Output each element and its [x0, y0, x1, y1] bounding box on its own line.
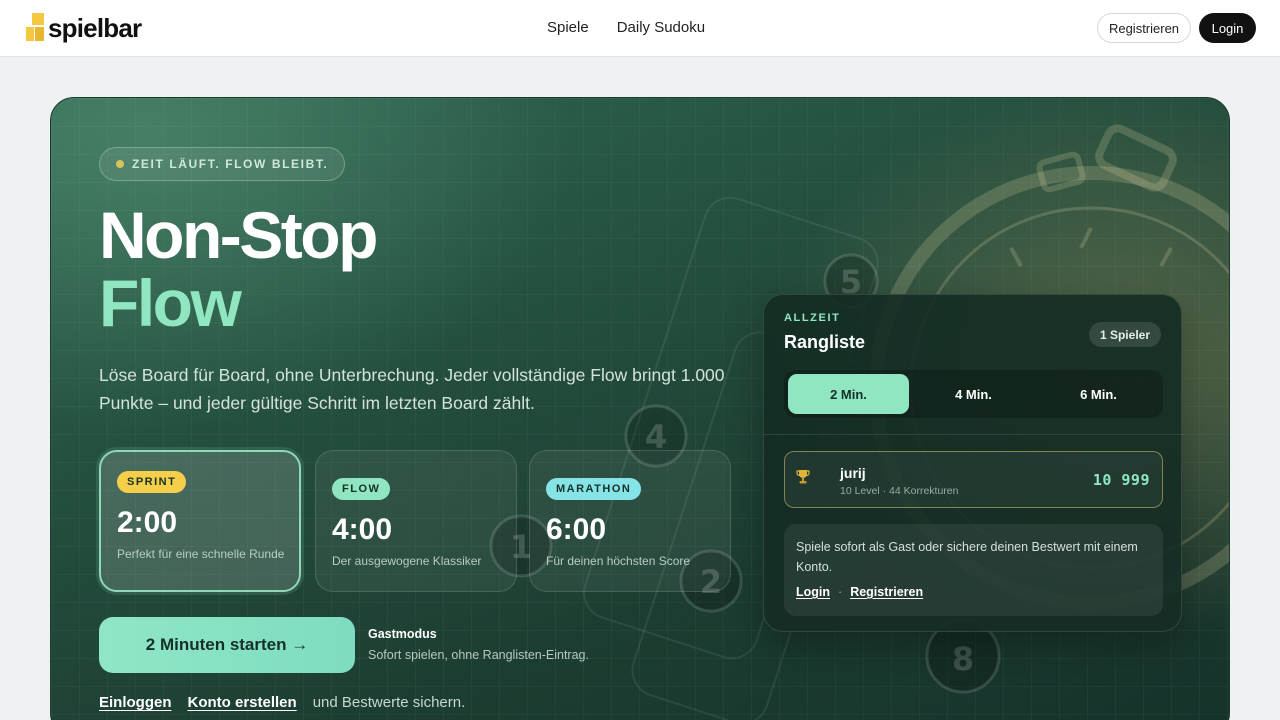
- mode-card-sprint[interactable]: SPRINT 2:00 Perfekt für eine schnelle Ru…: [99, 450, 301, 592]
- hero-title-line2: Flow: [99, 266, 242, 340]
- tagline-text: ZEIT LÄUFT. FLOW BLEIBT.: [132, 157, 329, 171]
- mode-badge-flow: FLOW: [332, 478, 391, 500]
- nav-item-daily-sudoku[interactable]: Daily Sudoku: [617, 19, 705, 36]
- mode-card-flow[interactable]: FLOW 4:00 Der ausgewogene Klassiker: [315, 450, 517, 592]
- leaderboard-row[interactable]: jurij 10 Level · 44 Korrekturen 10 999: [784, 451, 1163, 508]
- info-register-link[interactable]: Registrieren: [850, 585, 923, 599]
- brand-name: spielbar: [48, 12, 142, 43]
- mode-subtitle-flow: Der ausgewogene Klassiker: [332, 554, 482, 568]
- leaderboard-kicker: ALLZEIT: [784, 312, 841, 324]
- mode-time-sprint: 2:00: [117, 506, 178, 539]
- duration-tabs: 2 Min. 4 Min. 6 Min.: [784, 370, 1163, 418]
- account-links: Einloggen Konto erstellen und Bestwerte …: [99, 694, 465, 711]
- hero-tagline: ZEIT LÄUFT. FLOW BLEIBT.: [99, 147, 346, 181]
- tab-6-min[interactable]: 6 Min.: [1038, 374, 1159, 414]
- info-login-link[interactable]: Login: [796, 585, 830, 599]
- svg-text:8: 8: [952, 640, 974, 678]
- mode-card-marathon[interactable]: MARATHON 6:00 Für deinen höchsten Score: [529, 450, 731, 592]
- mode-subtitle-marathon: Für deinen höchsten Score: [546, 554, 691, 568]
- mode-badge-sprint: SPRINT: [117, 471, 187, 493]
- leaderboard-info-box: Spiele sofort als Gast oder sichere dein…: [784, 524, 1163, 616]
- leaderboard-panel: ALLZEIT Rangliste 1 Spieler 2 Min. 4 Min…: [763, 294, 1183, 632]
- start-game-button[interactable]: 2 Minuten starten →: [99, 617, 355, 673]
- status-dot-icon: [116, 160, 124, 168]
- leaderboard-title: Rangliste: [784, 332, 866, 352]
- top-navigation: spielbar Spiele Daily Sudoku Registriere…: [0, 0, 1280, 57]
- main-nav: Spiele Daily Sudoku: [547, 19, 705, 36]
- guest-mode-title: Gastmodus: [368, 627, 437, 641]
- player-stats: 10 Level · 44 Korrekturen: [840, 485, 959, 497]
- hero-card: 4 1 2 5 8 ZEIT LÄUFT. FLOW BLEIBT. Non-S…: [50, 97, 1230, 720]
- mode-time-flow: 4:00: [332, 513, 393, 546]
- info-separator: ·: [838, 585, 843, 599]
- leaderboard-divider: [764, 434, 1183, 435]
- login-button[interactable]: Login: [1199, 13, 1256, 43]
- player-count-badge: 1 Spieler: [1088, 322, 1161, 347]
- nav-item-spiele[interactable]: Spiele: [547, 19, 589, 36]
- info-links: Login · Registrieren: [796, 585, 923, 599]
- tab-4-min[interactable]: 4 Min.: [913, 374, 1034, 414]
- brand-logo[interactable]: spielbar: [26, 12, 142, 44]
- create-account-link[interactable]: Konto erstellen: [188, 694, 297, 711]
- player-name: jurij: [840, 465, 866, 481]
- hero-title-line1: Non-Stop: [99, 198, 378, 272]
- trophy-icon: [796, 470, 810, 484]
- logo-mark-icon: [26, 13, 46, 43]
- mode-time-marathon: 6:00: [546, 513, 607, 546]
- hero-description: Löse Board für Board, ohne Unterbrechung…: [99, 365, 725, 413]
- tab-2-min[interactable]: 2 Min.: [788, 374, 909, 414]
- mode-badge-marathon: MARATHON: [546, 478, 642, 500]
- guest-mode-subtitle: Sofort spielen, ohne Ranglisten-Eintrag.: [368, 648, 589, 662]
- register-button[interactable]: Registrieren: [1097, 13, 1191, 43]
- signin-link[interactable]: Einloggen: [99, 694, 172, 711]
- info-text: Spiele sofort als Gast oder sichere dein…: [796, 540, 1138, 574]
- account-links-suffix: und Bestwerte sichern.: [312, 694, 466, 711]
- mode-subtitle-sprint: Perfekt für eine schnelle Runde: [117, 547, 285, 561]
- player-score: 10 999: [1092, 471, 1150, 489]
